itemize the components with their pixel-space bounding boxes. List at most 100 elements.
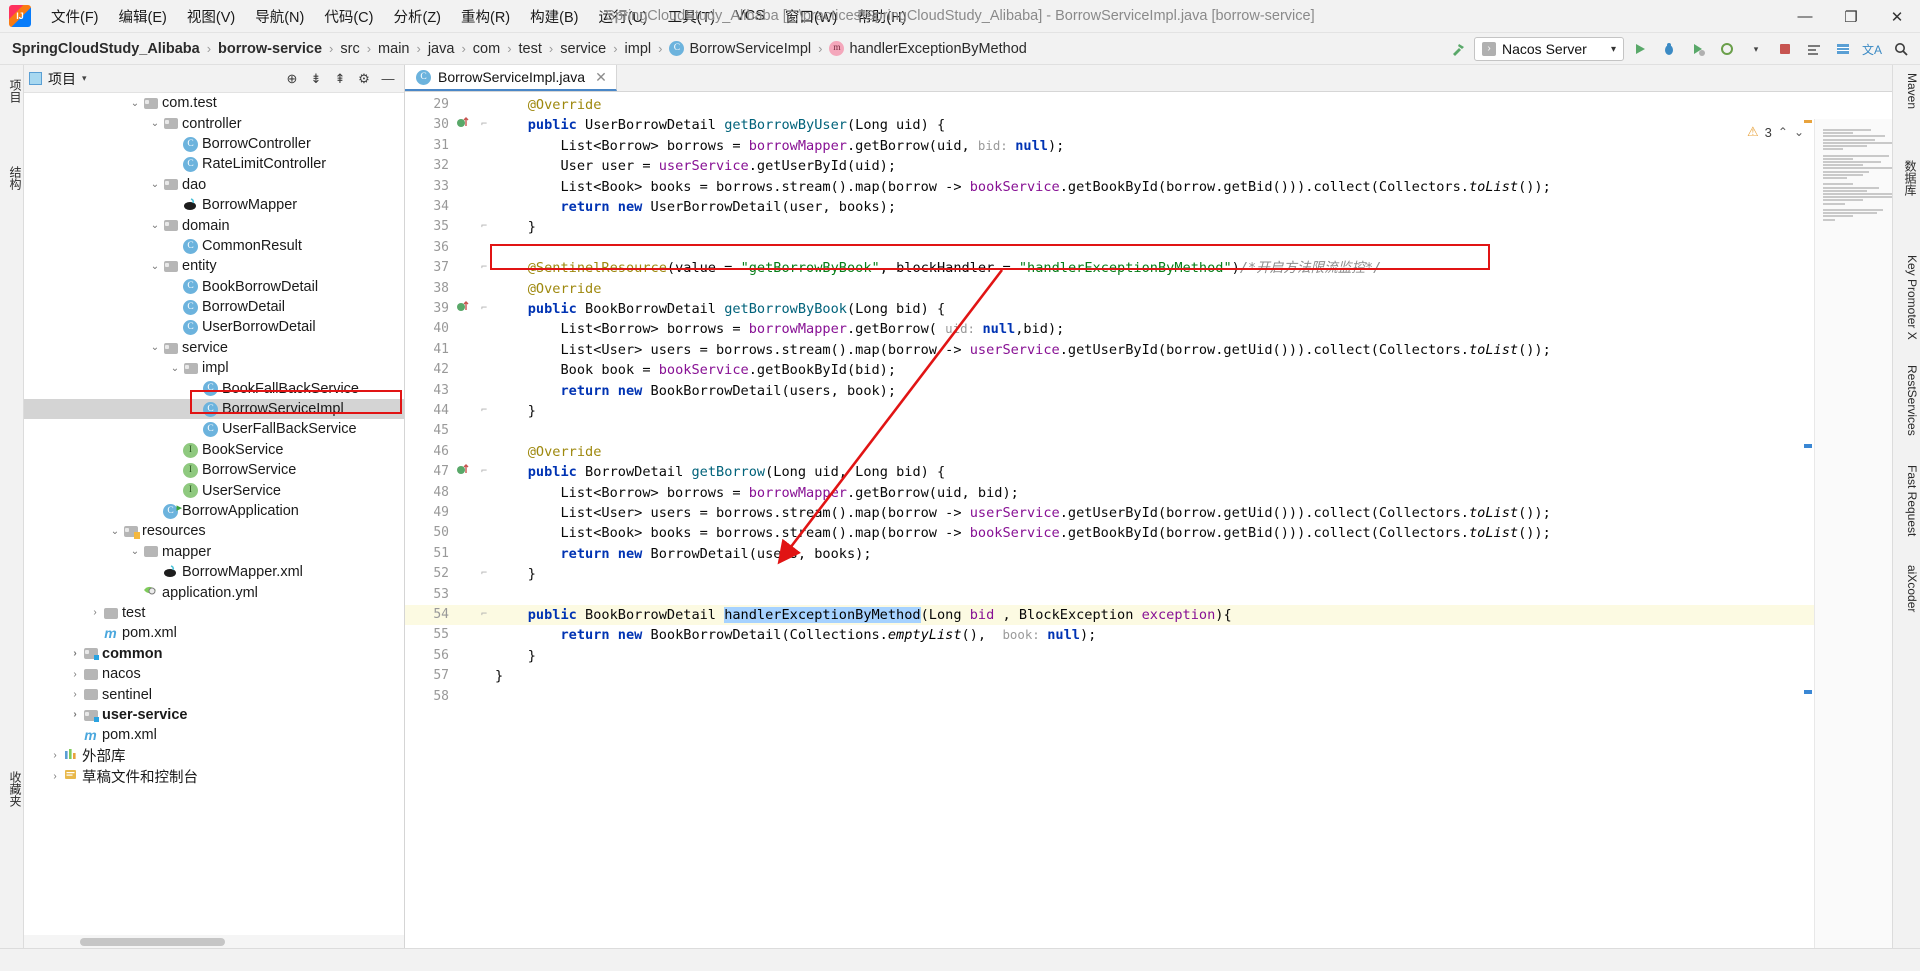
- database-icon[interactable]: [1830, 36, 1856, 62]
- chevron-right-icon[interactable]: ›: [48, 750, 62, 761]
- debug-button-icon[interactable]: [1656, 36, 1682, 62]
- build-hammer-icon[interactable]: [1445, 36, 1471, 62]
- tree-node-borrowmapper[interactable]: BorrowMapper: [24, 195, 404, 215]
- tree-node-application-yml[interactable]: application.yml: [24, 582, 404, 602]
- breadcrumb-item-service[interactable]: service: [560, 41, 606, 57]
- code-line-29[interactable]: 29 @Override: [405, 95, 1892, 115]
- code-line-52[interactable]: 52 ⌐ }: [405, 564, 1892, 584]
- code-line-58[interactable]: 58: [405, 687, 1892, 707]
- code-fold-icon[interactable]: ⌐: [477, 401, 491, 421]
- code-fold-icon[interactable]: ⌐: [477, 299, 491, 319]
- tool-window-project[interactable]: 项目: [0, 73, 24, 109]
- breadcrumb-item-main[interactable]: main: [378, 41, 409, 57]
- run-configuration-selector[interactable]: › Nacos Server ▾: [1474, 37, 1624, 61]
- code-line-39[interactable]: 39 ⌐ public BookBorrowDetail getBorrowByB…: [405, 299, 1892, 319]
- breadcrumb[interactable]: SpringCloudStudy_Alibaba › borrow-service ›…: [12, 41, 1027, 57]
- chevron-down-profile-icon[interactable]: ▾: [1743, 36, 1769, 62]
- menu-run[interactable]: 运行(U): [588, 2, 657, 31]
- chevron-right-icon[interactable]: ›: [68, 689, 82, 700]
- code-line-54[interactable]: 54 ⌐ public BookBorrowDetail handlerExcep…: [405, 605, 1892, 626]
- tree-node-service[interactable]: ⌄ service: [24, 338, 404, 358]
- code-line-57[interactable]: 57}: [405, 666, 1892, 686]
- code-line-49[interactable]: 49 List<User> users = borrows.stream().m…: [405, 503, 1892, 523]
- tool-window-aixcoder[interactable]: aiXcoder: [1893, 565, 1919, 612]
- tree-node-外部库[interactable]: › 外部库: [24, 746, 404, 766]
- menu-refactor[interactable]: 重构(R): [451, 2, 520, 31]
- bookmarks-icon[interactable]: [1801, 36, 1827, 62]
- tree-node-pom-xml[interactable]: m pom.xml: [24, 623, 404, 643]
- chevron-down-icon[interactable]: ⌄: [148, 179, 162, 190]
- code-line-44[interactable]: 44 ⌐ }: [405, 401, 1892, 421]
- minimize-button[interactable]: —: [1782, 0, 1828, 33]
- tree-node-borrowapplication[interactable]: CBorrowApplication: [24, 501, 404, 521]
- menu-vcs[interactable]: VCS: [725, 4, 775, 28]
- tool-window-database[interactable]: 数据库: [1893, 160, 1919, 196]
- code-line-40[interactable]: 40 List<Borrow> borrows = borrowMapper.g…: [405, 319, 1892, 339]
- code-line-46[interactable]: 46 @Override: [405, 442, 1892, 462]
- menu-tools[interactable]: 工具(T): [658, 2, 726, 31]
- tree-node-bookservice[interactable]: I BookService: [24, 440, 404, 460]
- tree-node-test[interactable]: › test: [24, 603, 404, 623]
- project-panel-title[interactable]: 项目 ▾: [29, 69, 87, 89]
- code-fold-icon[interactable]: ⌐: [477, 564, 491, 584]
- tree-node-sentinel[interactable]: › sentinel: [24, 684, 404, 704]
- run-button-icon[interactable]: [1627, 36, 1653, 62]
- tool-window-structure[interactable]: 结构: [0, 160, 24, 196]
- tree-node-userservice[interactable]: I UserService: [24, 480, 404, 500]
- breadcrumb-item-handlerexceptionbymethod[interactable]: m handlerExceptionByMethod: [829, 41, 1027, 57]
- tree-node-entity[interactable]: ⌄ entity: [24, 256, 404, 276]
- profile-icon[interactable]: [1714, 36, 1740, 62]
- code-fold-icon[interactable]: ⌐: [477, 605, 491, 625]
- tree-node-ratelimitcontroller[interactable]: C RateLimitController: [24, 154, 404, 174]
- menu-file[interactable]: 文件(F): [41, 2, 109, 31]
- code-line-41[interactable]: 41 List<User> users = borrows.stream().m…: [405, 340, 1892, 360]
- breadcrumb-item-springcloudstudy-alibaba[interactable]: SpringCloudStudy_Alibaba: [12, 41, 200, 57]
- code-line-56[interactable]: 56 }: [405, 646, 1892, 666]
- chevron-right-icon[interactable]: ›: [68, 669, 82, 680]
- run-with-coverage-icon[interactable]: [1685, 36, 1711, 62]
- tool-window-key-promoter[interactable]: Key Promoter X: [1893, 255, 1919, 340]
- tree-node-borrowmapper-xml[interactable]: BorrowMapper.xml: [24, 562, 404, 582]
- code-line-55[interactable]: 55 return new BookBorrowDetail(Collectio…: [405, 625, 1892, 645]
- tree-node-domain[interactable]: ⌄ domain: [24, 215, 404, 235]
- tree-node-dao[interactable]: ⌄ dao: [24, 175, 404, 195]
- code-line-50[interactable]: 50 List<Book> books = borrows.stream().m…: [405, 523, 1892, 543]
- code-fold-icon[interactable]: ⌐: [477, 115, 491, 135]
- collapse-all-icon[interactable]: ⇟: [305, 68, 327, 90]
- code-lines[interactable]: 29 @Override 30 ⌐ public UserBorrowDetail …: [405, 92, 1892, 948]
- tree-node-commonresult[interactable]: C CommonResult: [24, 236, 404, 256]
- breadcrumb-item-impl[interactable]: impl: [625, 41, 652, 57]
- expand-all-icon[interactable]: ⇞: [329, 68, 351, 90]
- code-line-34[interactable]: 34 return new UserBorrowDetail(user, boo…: [405, 197, 1892, 217]
- tree-node-userfallbackservice[interactable]: C UserFallBackService: [24, 419, 404, 439]
- tree-node-mapper[interactable]: ⌄ mapper: [24, 542, 404, 562]
- menu-bar[interactable]: 文件(F) 编辑(E) 视图(V) 导航(N) 代码(C) 分析(Z) 重构(R) 构建(B)…: [41, 0, 916, 33]
- tool-window-favorites[interactable]: 收藏夹: [0, 765, 24, 813]
- tree-node-resources[interactable]: ⌄ resources: [24, 521, 404, 541]
- tree-node-impl[interactable]: ⌄ impl: [24, 358, 404, 378]
- close-icon[interactable]: ✕: [595, 69, 607, 86]
- code-line-37[interactable]: 37 ⌐ @SentinelResource(value = "getBorrow…: [405, 258, 1892, 278]
- chevron-down-icon[interactable]: ⌄: [148, 261, 162, 272]
- menu-code[interactable]: 代码(C): [314, 2, 383, 31]
- chevron-right-icon[interactable]: ›: [48, 771, 62, 782]
- code-line-32[interactable]: 32 User user = userService.getUserById(u…: [405, 156, 1892, 176]
- breadcrumb-item-test[interactable]: test: [519, 41, 542, 57]
- code-line-43[interactable]: 43 return new BookBorrowDetail(users, bo…: [405, 381, 1892, 401]
- inspection-widget[interactable]: ⚠ 3 ⌃ ⌄: [1747, 124, 1804, 140]
- tool-window-restservices[interactable]: RestServices: [1893, 365, 1919, 436]
- code-line-48[interactable]: 48 List<Borrow> borrows = borrowMapper.g…: [405, 483, 1892, 503]
- breadcrumb-item-java[interactable]: java: [428, 41, 455, 57]
- maximize-button[interactable]: ❐: [1828, 0, 1874, 33]
- settings-gear-icon[interactable]: ⚙: [353, 68, 375, 90]
- breadcrumb-item-borrow-service[interactable]: borrow-service: [218, 41, 322, 57]
- menu-build[interactable]: 构建(B): [520, 2, 588, 31]
- project-horizontal-scrollbar[interactable]: [24, 935, 404, 948]
- code-line-38[interactable]: 38 @Override: [405, 279, 1892, 299]
- menu-navigate[interactable]: 导航(N): [245, 2, 314, 31]
- code-fold-icon[interactable]: ⌐: [477, 258, 491, 278]
- tree-node-common[interactable]: › common: [24, 644, 404, 664]
- code-line-30[interactable]: 30 ⌐ public UserBorrowDetail getBorrowByU…: [405, 115, 1892, 135]
- chevron-down-icon[interactable]: ⌄: [148, 118, 162, 129]
- chevron-down-icon[interactable]: ⌄: [148, 342, 162, 353]
